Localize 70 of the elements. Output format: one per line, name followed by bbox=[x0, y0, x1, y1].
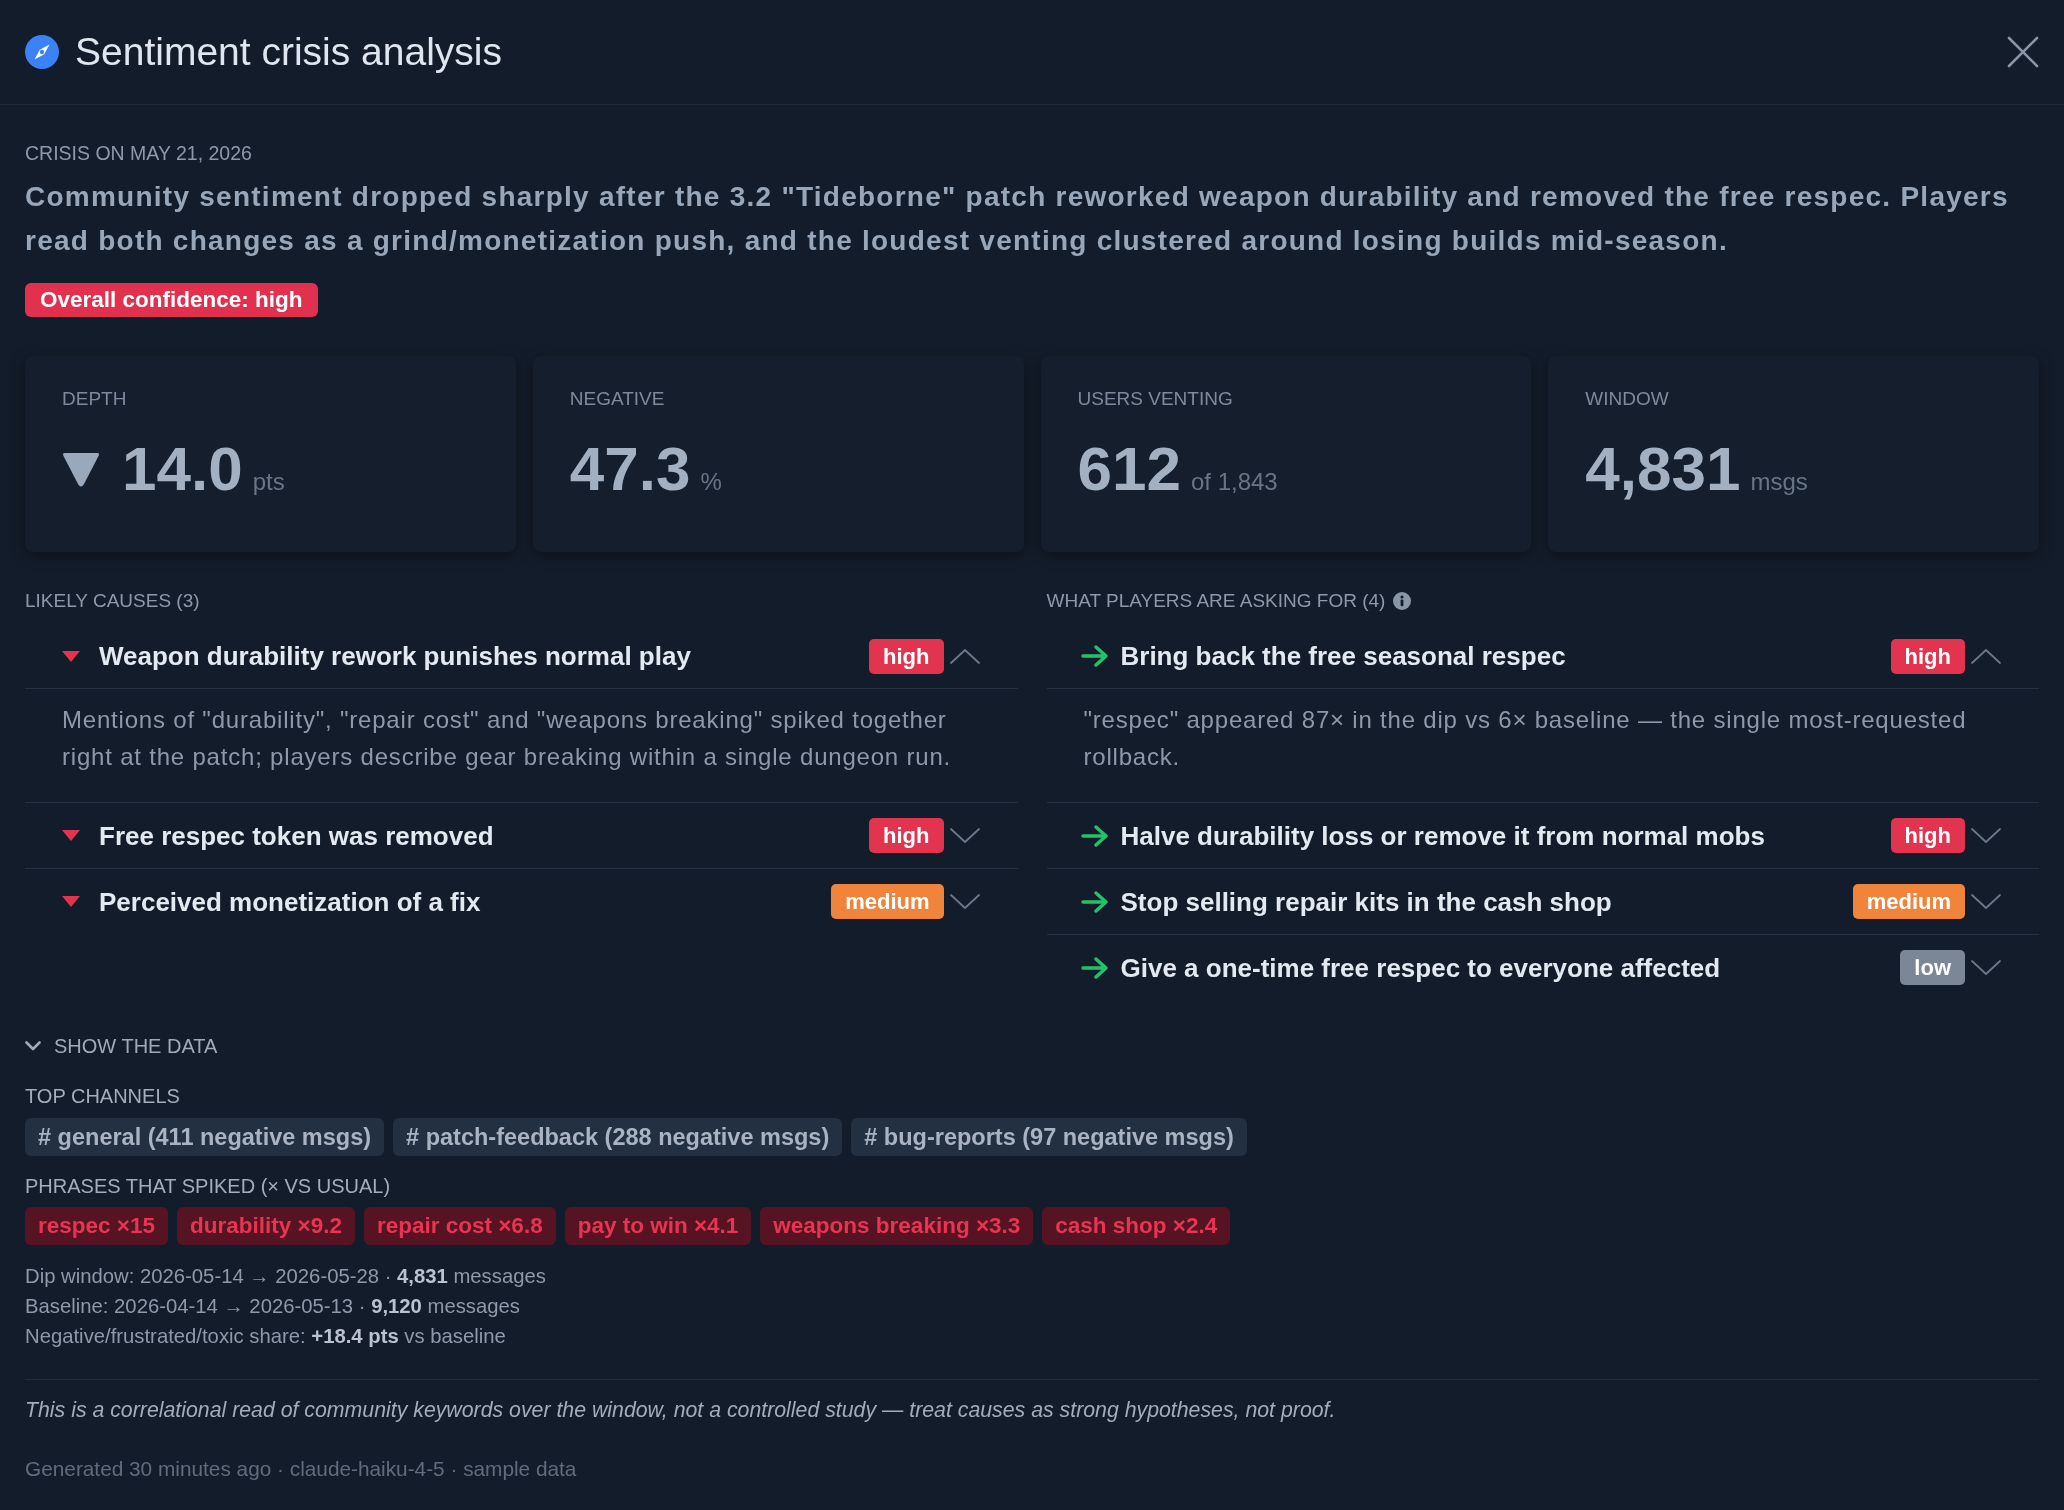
cause-title[interactable]: Perceived monetization of a fix bbox=[99, 885, 832, 918]
close-button[interactable] bbox=[2007, 36, 2039, 68]
detail-text: "respec" appeared 87× in the dip vs 6× baseline — the single most-requested rollback. bbox=[1082, 705, 1968, 772]
channel-tag: # general (411 negative msgs) bbox=[25, 1118, 385, 1156]
stat-label: USERS VENTING bbox=[1077, 387, 1234, 411]
section-heading: LIKELY CAUSES (3) bbox=[25, 589, 200, 613]
stat-label: WINDOW bbox=[1585, 387, 1670, 411]
chevron-up-icon[interactable] bbox=[1970, 647, 2002, 665]
confidence-tag: low bbox=[1900, 950, 1965, 985]
summary-text: Community sentiment dropped sharply after the 3.2 "Tideborne" patch reworked weapon durability and removed the free respec. Players read both changes as a grind/monetization push, and the loudest venting clustered around losing builds mid-season. bbox=[25, 180, 2010, 258]
arrow-right-icon bbox=[1080, 824, 1109, 847]
arrow-right-icon bbox=[1080, 956, 1109, 979]
stat-label: DEPTH bbox=[62, 387, 128, 411]
arrow-right-icon bbox=[1080, 645, 1109, 667]
section-heading: PHRASES THAT SPIKED (× VS USUAL) bbox=[25, 1174, 392, 1199]
triangle-down-icon bbox=[62, 450, 100, 489]
chevron-up-icon[interactable] bbox=[948, 647, 981, 665]
request-title[interactable]: Stop selling repair kits in the cash shop bbox=[1120, 885, 1853, 918]
data-summary-line: Baseline: 2026-04-14 → 2026-05-13 · 9,120 messages bbox=[25, 1294, 521, 1319]
arrow-right-icon bbox=[1080, 890, 1109, 913]
stat-value: 14.0 bbox=[122, 435, 243, 504]
triangle-down-icon bbox=[62, 896, 80, 907]
chevron-down-icon[interactable] bbox=[25, 1041, 41, 1051]
stat-value: 4,831 bbox=[1585, 435, 1741, 504]
chevron-down-icon[interactable] bbox=[1970, 893, 2002, 910]
cause-title[interactable]: Weapon durability rework punishes normal play bbox=[99, 640, 870, 672]
disclaimer-text: This is a correlational read of community keywords over the window, not a controlled study — treat causes as strong hypotheses, not proof. bbox=[25, 1397, 1337, 1423]
confidence-tag: medium bbox=[1852, 884, 1965, 919]
phrase-tag: respec ×15 bbox=[25, 1207, 168, 1245]
phrase-tag: durability ×9.2 bbox=[177, 1207, 355, 1245]
stat-value: 612 bbox=[1077, 435, 1181, 504]
chevron-down-icon[interactable] bbox=[948, 827, 981, 844]
triangle-down-icon bbox=[62, 650, 80, 662]
stat-unit: pts bbox=[252, 468, 285, 497]
phrase-tag: cash shop ×2.4 bbox=[1042, 1207, 1231, 1245]
confidence-tag: high bbox=[869, 818, 944, 853]
confidence-tag: high bbox=[869, 638, 944, 674]
channel-tag: # bug-reports (97 negative msgs) bbox=[851, 1118, 1247, 1156]
data-summary-line: Dip window: 2026-05-14 → 2026-05-28 · 4,831 messages bbox=[25, 1264, 547, 1289]
section-heading: TOP CHANNELS bbox=[25, 1084, 181, 1109]
stat-label: NEGATIVE bbox=[569, 387, 666, 411]
phrase-tag: weapons breaking ×3.3 bbox=[760, 1207, 1034, 1245]
chevron-down-icon[interactable] bbox=[948, 893, 981, 910]
compass-icon bbox=[25, 35, 59, 69]
section-heading: WHAT PLAYERS ARE ASKING FOR (4) bbox=[1046, 589, 1386, 613]
phrase-tag: pay to win ×4.1 bbox=[564, 1207, 752, 1245]
triangle-down-icon bbox=[62, 830, 80, 841]
request-title[interactable]: Bring back the free seasonal respec bbox=[1120, 640, 1891, 672]
window-title: Sentiment crisis analysis bbox=[75, 28, 502, 75]
chevron-down-icon[interactable] bbox=[1970, 827, 2002, 844]
detail-text: Mentions of "durability", "repair cost" and "weapons breaking" spiked together right at the patch; players describe gear breaking within a single dungeon run. bbox=[61, 705, 953, 772]
footer-text: Generated 30 minutes ago · claude-haiku-4-5 · sample data bbox=[25, 1456, 578, 1482]
confidence-tag: Overall confidence: high bbox=[25, 283, 318, 317]
info-icon[interactable] bbox=[1393, 592, 1412, 610]
stat-unit: % bbox=[700, 468, 722, 497]
cause-title[interactable]: Free respec token was removed bbox=[99, 819, 870, 852]
request-title[interactable]: Give a one-time free respec to everyone affected bbox=[1120, 951, 1901, 984]
stat-unit: of 1,843 bbox=[1190, 468, 1278, 497]
channel-tag: # patch-feedback (288 negative msgs) bbox=[393, 1118, 843, 1156]
chevron-down-icon[interactable] bbox=[1970, 959, 2002, 976]
data-summary-line: Negative/frustrated/toxic share: +18.4 pts vs baseline bbox=[25, 1324, 507, 1349]
request-title[interactable]: Halve durability loss or remove it from normal mobs bbox=[1120, 819, 1891, 852]
stat-unit: msgs bbox=[1750, 468, 1808, 497]
confidence-tag: high bbox=[1890, 818, 1965, 853]
stat-value: 47.3 bbox=[569, 435, 691, 504]
show-data-toggle[interactable]: SHOW THE DATA bbox=[25, 1033, 218, 1059]
crisis-date: CRISIS ON MAY 21, 2026 bbox=[25, 141, 253, 165]
confidence-tag: high bbox=[1890, 638, 1965, 674]
confidence-tag: medium bbox=[831, 884, 944, 919]
phrase-tag: repair cost ×6.8 bbox=[363, 1207, 556, 1245]
